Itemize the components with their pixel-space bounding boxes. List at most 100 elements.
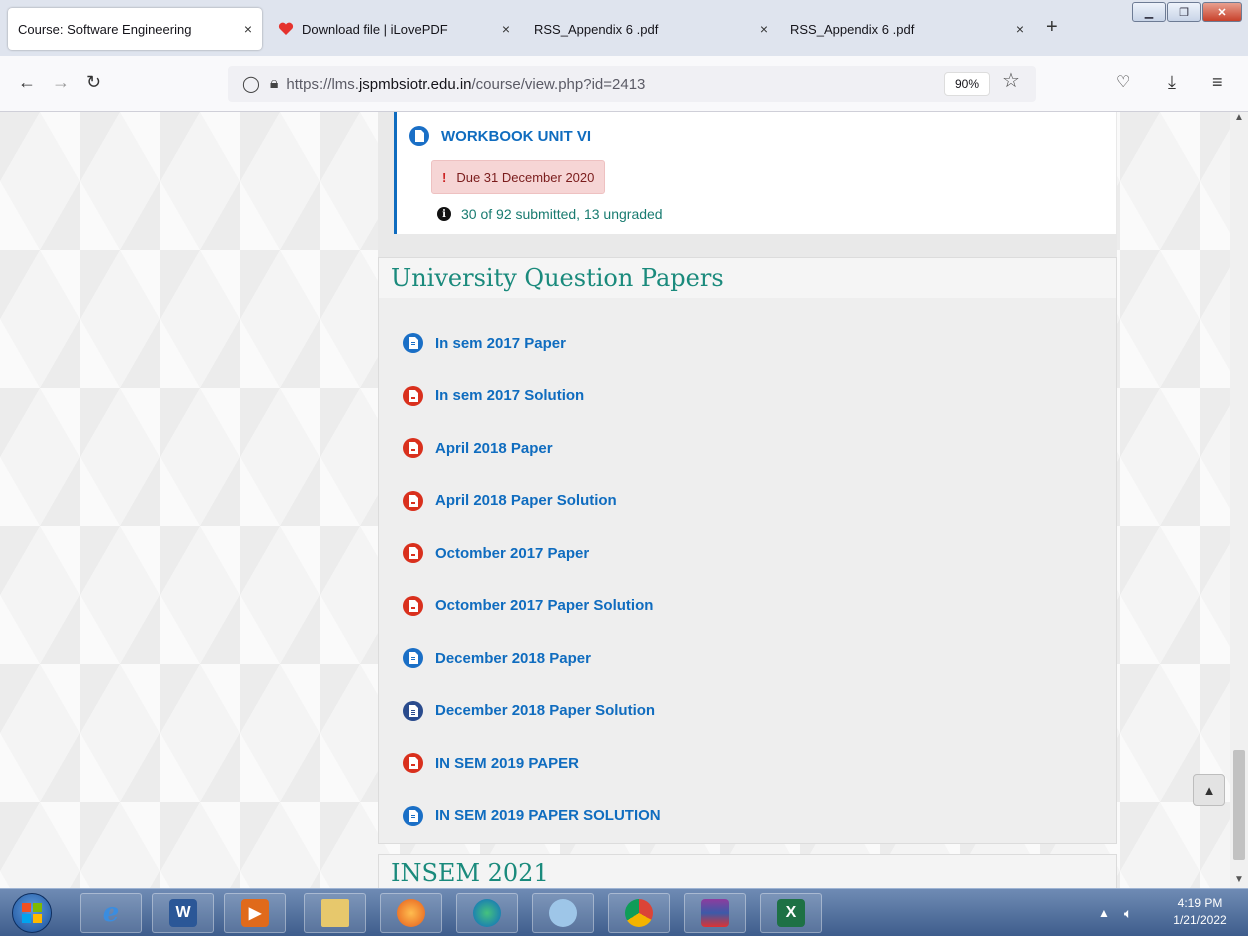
document-icon (403, 648, 423, 668)
new-tab-button[interactable]: + (1046, 16, 1058, 39)
pdf-icon (403, 753, 423, 773)
tab-rss-appendix-1[interactable]: RSS_Appendix 6 .pdf × (524, 8, 778, 50)
close-window-icon[interactable]: ✕ (1202, 2, 1242, 22)
close-tab-icon[interactable]: × (760, 21, 768, 37)
menu-icon[interactable]: ≡ (1212, 72, 1223, 93)
winrar-icon (701, 899, 729, 927)
excel-icon: X (777, 899, 805, 927)
section-question-papers: University Question Papers In sem 2017 P… (378, 257, 1117, 844)
resource-item[interactable]: In sem 2017 Solution (403, 385, 584, 406)
resource-link[interactable]: December 2018 Paper Solution (435, 702, 655, 719)
taskbar-explorer[interactable] (304, 893, 366, 933)
submission-text: 30 of 92 submitted, 13 ungraded (461, 206, 663, 222)
minimize-icon[interactable]: ▁ (1132, 2, 1166, 22)
tab-title: Course: Software Engineering (18, 21, 192, 37)
url-host: jspmbsiotr.edu.in (358, 75, 472, 93)
url-prefix: https://lms. (286, 75, 359, 93)
pdf-icon (403, 385, 423, 406)
tab-title: Download file | iLovePDF (302, 21, 448, 37)
url-bar[interactable]: ◯ 🔒︎ https://lms. jspmbsiotr.edu.in/cours… (228, 66, 1036, 102)
clock-time: 4:19 PM (1177, 896, 1223, 910)
resource-item[interactable]: April 2018 Paper Solution (403, 490, 617, 511)
taskbar-paint[interactable] (532, 893, 594, 933)
tab-rss-appendix-2[interactable]: RSS_Appendix 6 .pdf × (780, 8, 1034, 50)
taskbar-word[interactable]: W (152, 893, 214, 933)
taskbar-chrome[interactable] (608, 893, 670, 933)
resource-link[interactable]: In sem 2017 Solution (435, 387, 584, 404)
resource-item[interactable]: In sem 2017 Paper (403, 333, 566, 353)
resource-link[interactable]: April 2018 Paper (435, 440, 553, 457)
activity-card: WORKBOOK UNIT VI ! Due 31 December 2020 … (394, 112, 1116, 234)
resource-link[interactable]: December 2018 Paper (435, 650, 591, 667)
reload-icon[interactable]: ↻ (86, 72, 101, 93)
activity-title-row: WORKBOOK UNIT VI (409, 126, 591, 146)
resource-item[interactable]: April 2018 Paper (403, 438, 553, 458)
resource-item[interactable]: Octomber 2017 Paper Solution (403, 595, 653, 616)
scroll-up-icon[interactable]: ▲ (1234, 112, 1244, 123)
tab-course[interactable]: Course: Software Engineering × (8, 8, 262, 50)
document-icon (403, 333, 423, 353)
firefox-icon (397, 899, 425, 927)
pocket-icon[interactable]: ♡ (1116, 72, 1130, 92)
internet-explorer-icon: e (102, 898, 120, 928)
window-controls: ▁ ❐ ✕ (1131, 2, 1242, 22)
taskbar-edge[interactable] (456, 893, 518, 933)
scroll-down-icon[interactable]: ▼ (1234, 874, 1244, 885)
activity-link[interactable]: WORKBOOK UNIT VI (441, 128, 591, 145)
resource-link[interactable]: Octomber 2017 Paper Solution (435, 597, 653, 614)
close-tab-icon[interactable]: × (1016, 21, 1024, 37)
paint-icon (549, 899, 577, 927)
pdf-icon (403, 595, 423, 616)
close-tab-icon[interactable]: × (244, 21, 252, 37)
taskbar: e W ▶ X ▲ 🔈︎ 4:19 PM 1/21/2022 (0, 888, 1248, 936)
section-insem-2021: INSEM 2021 (378, 854, 1117, 888)
chrome-icon (625, 899, 653, 927)
scrollbar-thumb[interactable] (1233, 750, 1245, 860)
resource-item[interactable]: December 2018 Paper (403, 648, 591, 668)
clock[interactable]: 4:19 PM 1/21/2022 (1158, 895, 1242, 929)
pdf-icon (403, 490, 423, 511)
resource-link[interactable]: IN SEM 2019 PAPER (435, 755, 579, 772)
resource-link[interactable]: Octomber 2017 Paper (435, 545, 589, 562)
resource-link[interactable]: In sem 2017 Paper (435, 335, 566, 352)
zoom-indicator[interactable]: 90% (944, 72, 990, 96)
edge-icon (473, 899, 501, 927)
resource-link[interactable]: April 2018 Paper Solution (435, 492, 617, 509)
tab-ilovepdf[interactable]: Download file | iLovePDF × (268, 8, 520, 50)
resource-item[interactable]: IN SEM 2019 PAPER SOLUTION (403, 805, 661, 826)
forward-arrow-icon[interactable]: → (52, 72, 70, 93)
alert-icon: ! (442, 169, 447, 185)
shield-icon[interactable]: ◯ (242, 74, 260, 94)
taskbar-player[interactable]: ▶ (224, 893, 286, 933)
restore-icon[interactable]: ❐ (1167, 2, 1201, 22)
document-icon (403, 805, 423, 826)
volume-icon[interactable]: 🔈︎ (1124, 905, 1132, 922)
submission-status[interactable]: i 30 of 92 submitted, 13 ungraded (437, 206, 663, 222)
pdf-icon (403, 438, 423, 458)
taskbar-excel[interactable]: X (760, 893, 822, 933)
resource-item[interactable]: IN SEM 2019 PAPER (403, 753, 579, 773)
assignment-icon (409, 126, 429, 146)
lock-icon[interactable]: 🔒︎ (270, 75, 279, 93)
due-date-text: Due 31 December 2020 (456, 169, 595, 185)
resource-link[interactable]: IN SEM 2019 PAPER SOLUTION (435, 807, 661, 824)
taskbar-winrar[interactable] (684, 893, 746, 933)
back-arrow-icon[interactable]: ← (18, 72, 36, 93)
taskbar-ie[interactable]: e (80, 893, 142, 933)
tab-title: RSS_Appendix 6 .pdf (790, 21, 915, 37)
taskbar-firefox[interactable] (380, 893, 442, 933)
due-date-badge: ! Due 31 December 2020 (431, 160, 606, 194)
close-tab-icon[interactable]: × (502, 21, 510, 37)
page-content: WORKBOOK UNIT VI ! Due 31 December 2020 … (0, 112, 1230, 888)
url-path: /course/view.php?id=2413 (471, 75, 646, 93)
resource-item[interactable]: December 2018 Paper Solution (403, 700, 655, 721)
section-title: INSEM 2021 (391, 859, 549, 887)
resource-item[interactable]: Octomber 2017 Paper (403, 543, 589, 563)
section-header: University Question Papers (379, 258, 1116, 298)
bookmark-star-icon[interactable]: ☆ (1002, 68, 1020, 93)
show-hidden-icons-icon[interactable]: ▲ (1098, 906, 1110, 920)
download-icon[interactable]: ⤓ (1168, 72, 1176, 93)
scroll-to-top-button[interactable]: ▲ (1193, 774, 1225, 806)
start-button[interactable] (12, 893, 52, 933)
folder-icon (321, 899, 349, 927)
